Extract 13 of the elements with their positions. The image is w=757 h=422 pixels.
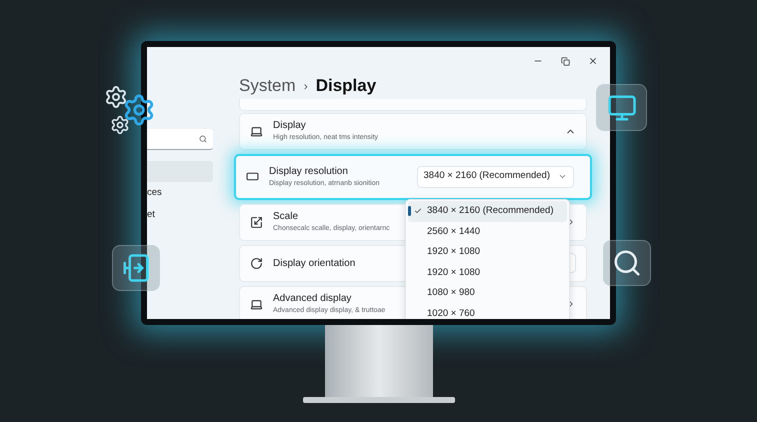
setting-title: Display <box>273 119 306 132</box>
page-title: Display <box>316 75 376 97</box>
option-label: 1080 × 980 <box>427 286 475 300</box>
option-label: 1920 × 1080 <box>427 266 480 280</box>
option-label: 1020 × 760 <box>427 306 475 319</box>
setting-title: Scale <box>273 210 298 223</box>
option-label: 1920 × 1080 <box>427 245 480 260</box>
option-label: 2560 × 1440 <box>427 224 480 239</box>
setting-title: Display orientation <box>273 256 356 270</box>
breadcrumb-separator: › <box>304 78 308 95</box>
setting-title: Advanced display <box>273 292 352 305</box>
setting-title: Display resolution <box>269 164 348 178</box>
option-label: 3840 × 2160 (Recommended) <box>427 204 554 218</box>
